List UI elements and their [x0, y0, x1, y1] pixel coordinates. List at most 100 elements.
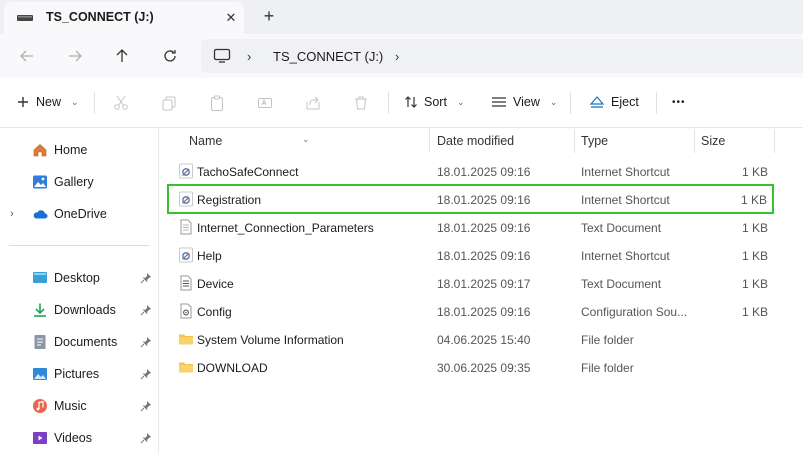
sort-button[interactable]: Sort ⌄: [404, 91, 464, 113]
internet-shortcut-icon: [179, 163, 193, 179]
file-date: 04.06.2025 15:40: [437, 333, 531, 347]
config-file-icon: [180, 303, 192, 319]
file-row[interactable]: Device 18.01.2025 09:17 Text Document 1 …: [168, 269, 774, 297]
text-document-icon: [180, 275, 192, 291]
divider: [388, 92, 389, 114]
sort-icon: [405, 96, 417, 108]
sort-label: Sort: [424, 95, 447, 109]
column-divider[interactable]: [574, 129, 575, 153]
sidebar-item-music[interactable]: Music: [0, 392, 158, 420]
column-header-date[interactable]: Date modified: [437, 134, 514, 148]
file-type: Internet Shortcut: [581, 165, 670, 179]
view-list-icon: [492, 97, 506, 107]
file-size: 1 KB: [741, 165, 768, 179]
file-type: Internet Shortcut: [581, 193, 670, 207]
paste-icon[interactable]: [209, 95, 225, 111]
file-list: ⌄ Name Date modified Type Size TachoSafe…: [159, 127, 803, 453]
file-row-selected[interactable]: Registration 18.01.2025 09:16 Internet S…: [167, 184, 774, 214]
sidebar-item-videos[interactable]: Videos: [0, 424, 158, 452]
refresh-button[interactable]: [159, 45, 181, 67]
onedrive-icon: [33, 210, 48, 219]
file-date: 18.01.2025 09:16: [437, 193, 531, 207]
pin-icon[interactable]: [140, 336, 152, 348]
documents-icon: [34, 335, 46, 349]
address-bar[interactable]: › TS_CONNECT (J:) ›: [201, 39, 803, 73]
file-size: 1 KB: [740, 193, 767, 207]
file-size: 1 KB: [741, 221, 768, 235]
file-row[interactable]: TachoSafeConnect 18.01.2025 09:16 Intern…: [168, 157, 774, 185]
computer-icon: [213, 48, 231, 63]
column-divider[interactable]: [774, 129, 775, 153]
gallery-icon: [33, 175, 47, 189]
drive-icon: [17, 15, 33, 21]
file-type: Configuration Sou...: [581, 305, 688, 319]
sidebar-item-pictures[interactable]: Pictures: [0, 360, 158, 388]
sidebar-item-documents[interactable]: Documents: [0, 328, 158, 356]
folder-icon: [179, 334, 193, 345]
share-icon[interactable]: [305, 95, 321, 111]
tab-ts-connect[interactable]: TS_CONNECT (J:) ✕: [4, 2, 244, 34]
file-type: File folder: [581, 333, 634, 347]
cut-icon[interactable]: [113, 95, 129, 111]
videos-icon: [33, 432, 47, 444]
rename-icon[interactable]: [257, 95, 273, 111]
internet-shortcut-icon: [179, 247, 193, 263]
more-options-button[interactable]: •••: [672, 91, 686, 113]
file-name: Config: [197, 305, 232, 319]
pin-icon[interactable]: [140, 400, 152, 412]
command-bar: New ⌄ Sort ⌄ View ⌄ Eject •••: [0, 78, 803, 128]
copy-icon[interactable]: [161, 95, 177, 111]
file-name: Internet_Connection_Parameters: [197, 221, 374, 235]
file-type: File folder: [581, 361, 634, 375]
internet-shortcut-icon: [179, 191, 193, 207]
new-label: New: [36, 95, 62, 109]
pin-icon[interactable]: [140, 432, 152, 444]
divider: [570, 92, 571, 114]
file-row[interactable]: Internet_Connection_Parameters 18.01.202…: [168, 213, 774, 241]
file-date: 18.01.2025 09:16: [437, 165, 531, 179]
delete-icon[interactable]: [353, 95, 369, 111]
pin-icon[interactable]: [140, 272, 152, 284]
eject-button[interactable]: Eject: [589, 91, 639, 113]
sidebar-item-desktop[interactable]: Desktop: [0, 264, 158, 292]
breadcrumb-separator[interactable]: ›: [247, 49, 251, 64]
file-row[interactable]: Config 18.01.2025 09:16 Configuration So…: [168, 297, 774, 325]
forward-button[interactable]: [64, 45, 86, 67]
column-divider[interactable]: [429, 129, 430, 153]
column-header-type[interactable]: Type: [581, 134, 608, 148]
file-row[interactable]: Help 18.01.2025 09:16 Internet Shortcut …: [168, 241, 774, 269]
file-size: 1 KB: [741, 277, 768, 291]
new-button[interactable]: New ⌄: [16, 91, 79, 113]
sidebar-item-onedrive[interactable]: › OneDrive: [0, 200, 158, 228]
column-header-name[interactable]: Name: [189, 134, 222, 148]
sidebar-item-gallery[interactable]: Gallery: [0, 168, 158, 196]
chevron-down-icon: ⌄: [549, 96, 558, 107]
column-header-size[interactable]: Size: [701, 134, 725, 148]
music-icon: [33, 399, 47, 413]
sidebar-item-home[interactable]: Home: [0, 136, 158, 164]
close-tab-icon[interactable]: ✕: [224, 11, 238, 25]
chevron-right-icon[interactable]: ›: [10, 208, 14, 220]
breadcrumb-separator[interactable]: ›: [395, 49, 399, 64]
pin-icon[interactable]: [140, 304, 152, 316]
column-divider[interactable]: [694, 129, 695, 153]
file-row[interactable]: System Volume Information 04.06.2025 15:…: [168, 325, 774, 353]
pin-icon[interactable]: [140, 368, 152, 380]
new-tab-button[interactable]: +: [258, 6, 280, 28]
navigation-bar: › TS_CONNECT (J:) ›: [0, 34, 803, 78]
view-label: View: [513, 95, 540, 109]
file-date: 18.01.2025 09:17: [437, 277, 531, 291]
breadcrumb-drive[interactable]: TS_CONNECT (J:): [273, 49, 383, 64]
file-type: Internet Shortcut: [581, 249, 670, 263]
file-row[interactable]: DOWNLOAD 30.06.2025 09:35 File folder: [168, 353, 774, 381]
view-button[interactable]: View ⌄: [491, 91, 557, 113]
tab-title: TS_CONNECT (J:): [46, 10, 154, 24]
plus-icon: [18, 97, 28, 107]
back-button[interactable]: [16, 45, 38, 67]
up-button[interactable]: [111, 45, 133, 67]
arrow-up-icon: [116, 49, 128, 62]
folder-icon: [179, 362, 193, 373]
sidebar-item-downloads[interactable]: Downloads: [0, 296, 158, 324]
home-icon: [33, 144, 47, 157]
sidebar-divider: [9, 245, 149, 246]
